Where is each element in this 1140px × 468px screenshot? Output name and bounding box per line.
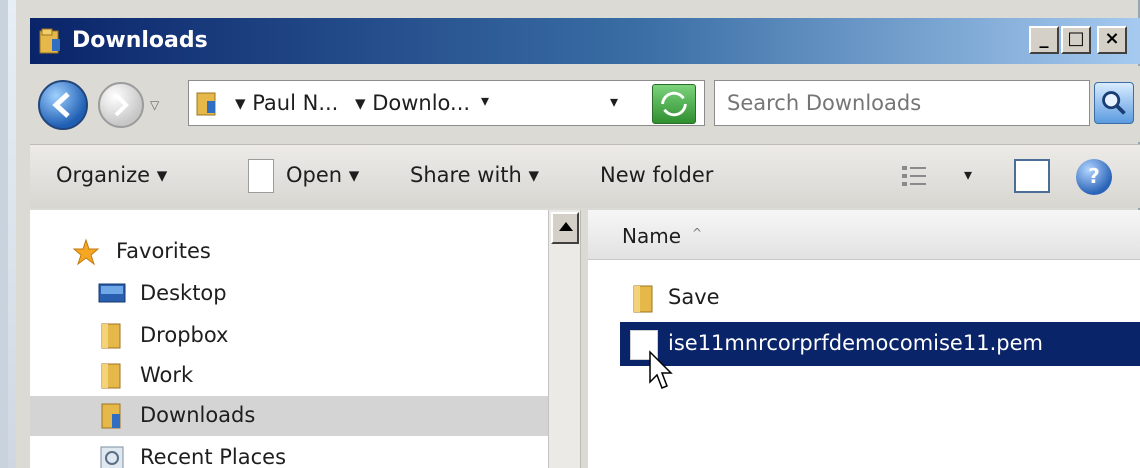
- address-row: ▽ ▾ Paul N... ▾ Downlo... ▾ ▾: [30, 66, 1140, 142]
- organize-menu[interactable]: Organize ▾: [56, 163, 167, 187]
- nav-item-label: Dropbox: [140, 323, 229, 347]
- folder-icon: [101, 363, 121, 389]
- nav-item-desktop[interactable]: Desktop: [30, 274, 548, 314]
- folder-icon: [196, 92, 216, 116]
- background-strip: [8, 0, 16, 468]
- nav-item-recent-places[interactable]: Recent Places: [30, 438, 548, 468]
- preview-pane-icon[interactable]: [1014, 159, 1050, 193]
- desktop-icon: [98, 283, 126, 303]
- nav-item-label: Desktop: [140, 281, 227, 305]
- help-icon[interactable]: ?: [1076, 159, 1112, 195]
- scroll-up-button[interactable]: [551, 212, 579, 244]
- list-item[interactable]: ise11mnrcorprfdemocomise11.pem: [620, 322, 1140, 366]
- nav-scrollbar[interactable]: [548, 210, 580, 468]
- crumb-dropdown[interactable]: ▾: [481, 91, 489, 110]
- close-button[interactable]: ×: [1097, 26, 1127, 54]
- breadcrumb-user[interactable]: ▾ Paul N...: [235, 91, 338, 115]
- folder-icon: [101, 323, 121, 349]
- navigation-pane: Favorites Desktop Dropbox Work Downloads: [30, 210, 548, 468]
- nav-item-label: Work: [140, 363, 194, 387]
- title-bar[interactable]: Downloads _ □ ×: [30, 18, 1140, 64]
- breadcrumb-downloads[interactable]: ▾ Downlo...: [355, 91, 470, 115]
- refresh-icon[interactable]: [652, 84, 696, 124]
- nav-favorites[interactable]: Favorites: [30, 232, 548, 272]
- nav-item-label: Downloads: [140, 403, 256, 427]
- sort-indicator-icon: ^: [692, 226, 703, 240]
- forward-arrow-icon[interactable]: [98, 82, 144, 128]
- search-field[interactable]: [714, 80, 1090, 126]
- share-with-menu[interactable]: Share with ▾: [410, 163, 539, 187]
- nav-item-dropbox[interactable]: Dropbox: [30, 316, 548, 356]
- minimize-button[interactable]: _: [1029, 26, 1059, 54]
- star-icon: [72, 238, 100, 266]
- file-name: ise11mnrcorprfdemocomise11.pem: [668, 331, 1043, 355]
- address-bar[interactable]: ▾ Paul N... ▾ Downlo... ▾: [188, 80, 705, 126]
- back-arrow-icon[interactable]: [38, 80, 88, 130]
- list-item[interactable]: Save: [620, 276, 1140, 320]
- new-folder-button[interactable]: New folder: [600, 163, 713, 187]
- recent-places-icon: [100, 446, 124, 468]
- folder-icon: [39, 28, 60, 54]
- nav-item-label: Recent Places: [140, 445, 287, 468]
- folder-icon: [101, 403, 121, 429]
- column-name-label: Name: [622, 224, 682, 248]
- file-list-pane: Name ^ Save ise11mnrcorprfdemocomise11.p…: [588, 210, 1140, 468]
- window-title: Downloads: [72, 28, 208, 53]
- open-button[interactable]: Open ▾: [286, 163, 359, 187]
- file-name: Save: [668, 285, 720, 309]
- nav-item-downloads[interactable]: Downloads: [30, 396, 548, 436]
- mouse-cursor-icon: [649, 350, 673, 389]
- search-icon[interactable]: [1094, 82, 1134, 124]
- folder-icon: [633, 285, 653, 313]
- nav-item-work[interactable]: Work: [30, 356, 548, 396]
- maximize-button[interactable]: □: [1061, 26, 1091, 54]
- history-dropdown[interactable]: ▽: [150, 98, 164, 112]
- column-header-name[interactable]: Name ^: [588, 210, 1140, 260]
- view-dropdown[interactable]: ▾: [964, 165, 972, 184]
- view-options-icon[interactable]: [900, 163, 930, 189]
- document-icon: [248, 159, 274, 193]
- command-bar: Organize ▾ Open ▾ Share with ▾ New folde…: [30, 144, 1140, 208]
- nav-favorites-label: Favorites: [116, 239, 211, 263]
- search-input[interactable]: [727, 91, 1067, 115]
- explorer-window: Downloads _ □ × ▽ ▾ Paul N... ▾ Downlo..…: [0, 0, 1140, 468]
- address-dropdown[interactable]: ▾: [610, 92, 618, 111]
- pane-divider[interactable]: [580, 210, 588, 468]
